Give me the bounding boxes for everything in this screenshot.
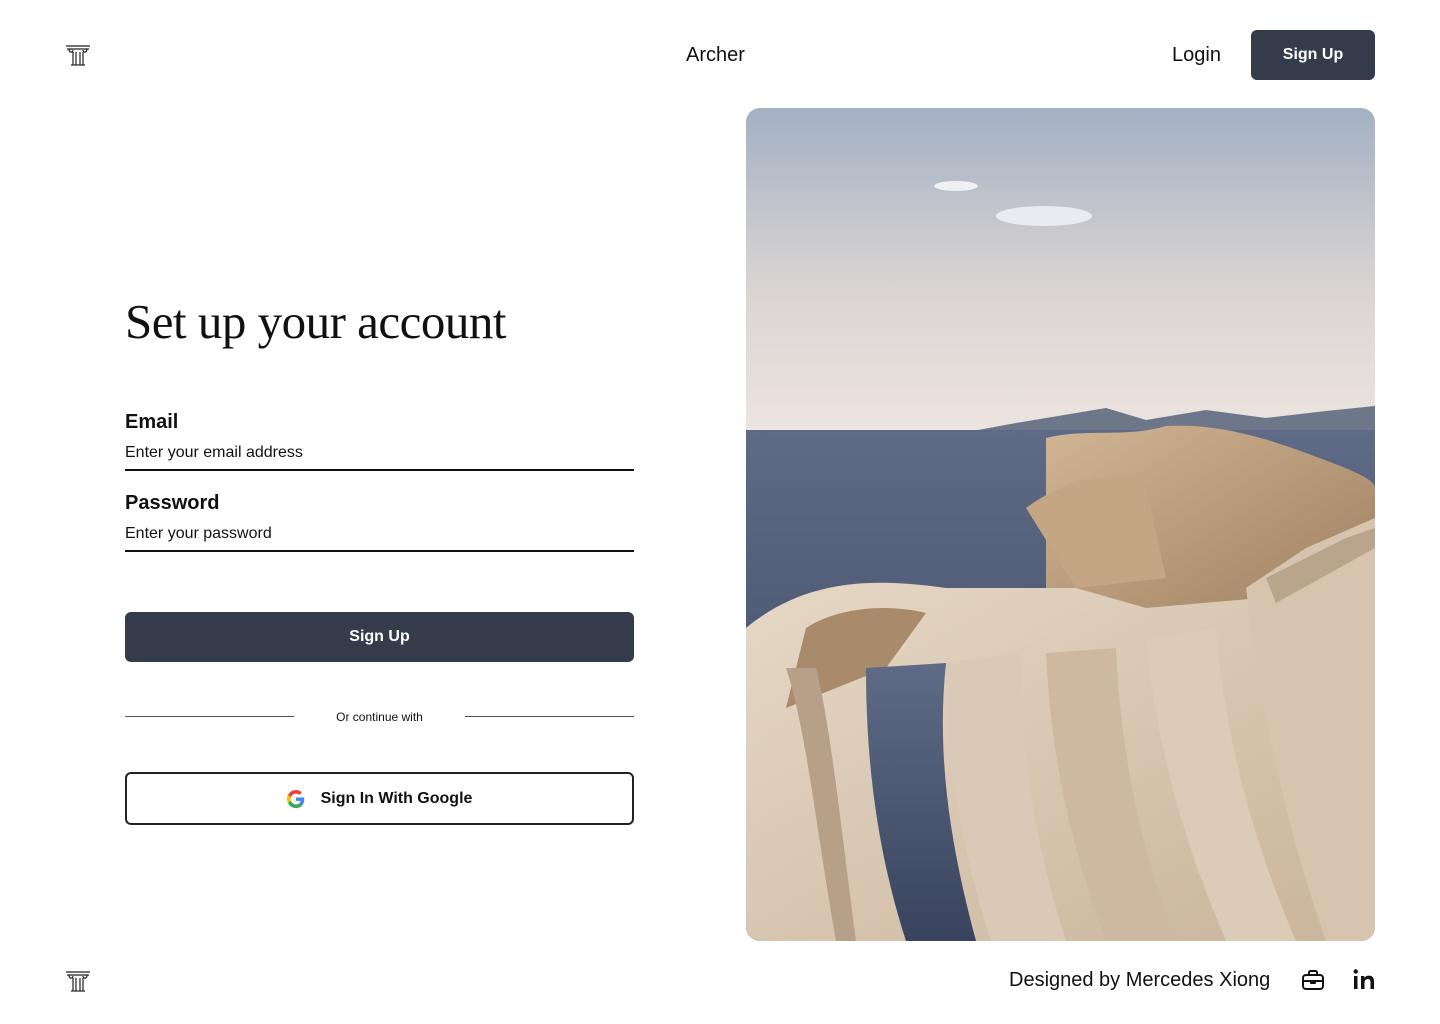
google-signin-label: Sign In With Google (320, 789, 473, 807)
google-g-icon (286, 789, 304, 808)
column-capital-icon (66, 971, 90, 992)
email-label: Email (125, 411, 179, 433)
page-title: Set up your account (125, 294, 507, 349)
briefcase-icon[interactable] (1300, 968, 1326, 992)
email-field[interactable] (125, 437, 634, 471)
signup-submit-button[interactable]: Sign Up (125, 612, 634, 662)
coastal-stairs-photo (746, 108, 1375, 941)
divider-text: Or continue with (336, 710, 423, 724)
logo-icon[interactable] (64, 44, 92, 66)
column-capital-icon (66, 45, 90, 66)
divider-line-right (465, 716, 634, 717)
hero-image (746, 108, 1375, 941)
login-link[interactable]: Login (1172, 44, 1221, 66)
google-signin-button[interactable]: Sign In With Google (125, 772, 634, 825)
password-field[interactable] (125, 518, 634, 552)
password-label: Password (125, 492, 220, 514)
linkedin-icon[interactable] (1352, 967, 1378, 991)
header-signup-button[interactable]: Sign Up (1251, 30, 1375, 80)
footer-logo-icon[interactable] (64, 970, 92, 992)
divider-line-left (125, 716, 294, 717)
designer-credit: Designed by Mercedes Xiong (1009, 969, 1271, 991)
brand-name: Archer (686, 44, 745, 66)
